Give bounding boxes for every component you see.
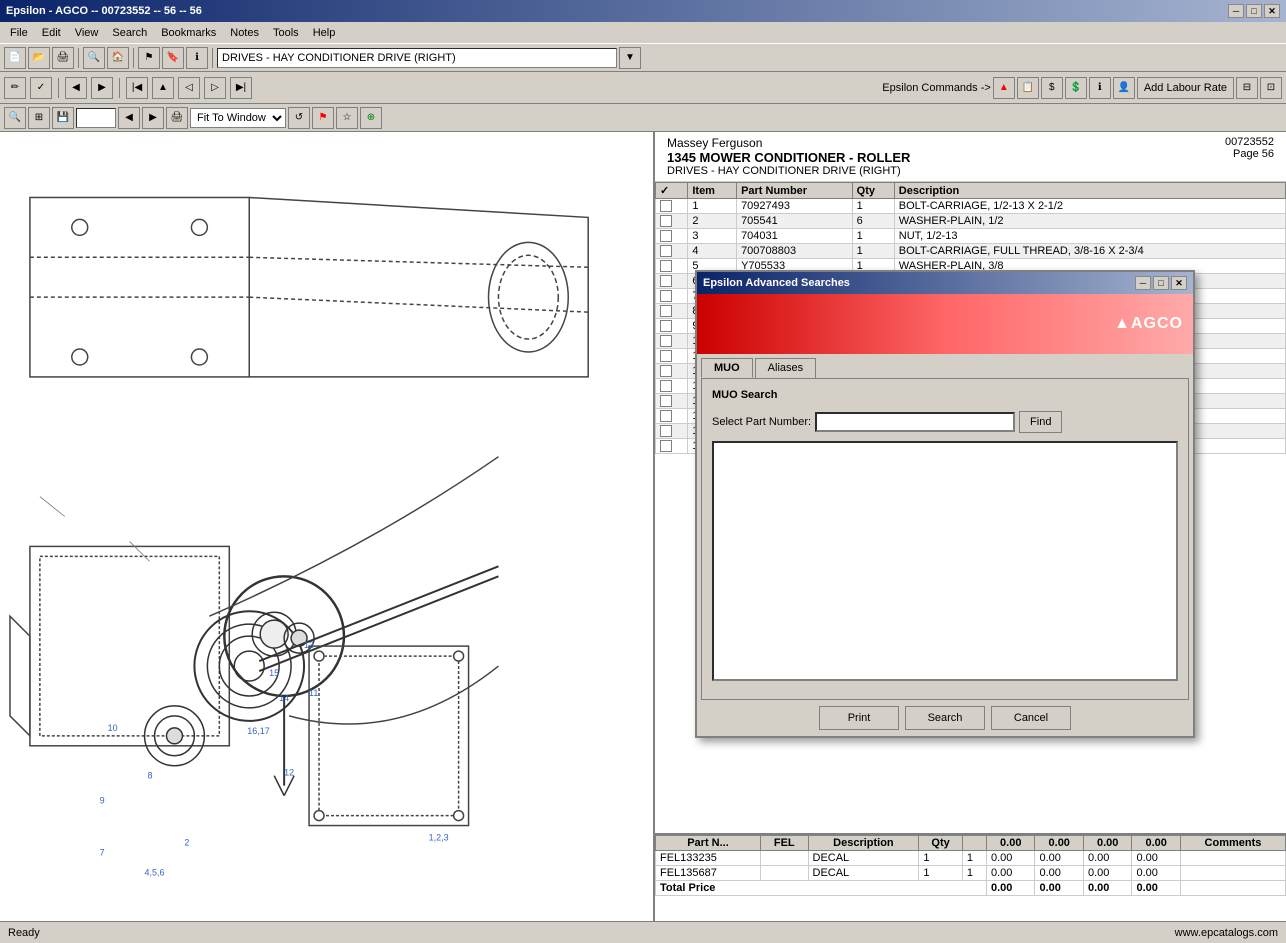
search-button[interactable]: Search — [905, 706, 985, 730]
part-number-label: Select Part Number: — [712, 416, 811, 428]
modal-maximize[interactable]: □ — [1153, 276, 1169, 290]
advanced-search-dialog: Epsilon Advanced Searches ─ □ ✕ ▲AGCO MU… — [695, 270, 1195, 738]
modal-close[interactable]: ✕ — [1171, 276, 1187, 290]
modal-title-buttons: ─ □ ✕ — [1135, 276, 1187, 290]
modal-header-banner: ▲AGCO — [697, 294, 1193, 354]
modal-tabs: MUO Aliases — [697, 354, 1193, 378]
modal-section-title: MUO Search — [712, 389, 1178, 401]
agco-logo: ▲AGCO — [1114, 315, 1183, 333]
results-area — [712, 441, 1178, 681]
print-button[interactable]: Print — [819, 706, 899, 730]
modal-minimize[interactable]: ─ — [1135, 276, 1151, 290]
modal-content: MUO Search Select Part Number: Find — [701, 378, 1189, 700]
modal-title: Epsilon Advanced Searches — [703, 277, 850, 289]
tab-muo[interactable]: MUO — [701, 358, 753, 378]
cancel-button[interactable]: Cancel — [991, 706, 1071, 730]
modal-title-bar: Epsilon Advanced Searches ─ □ ✕ — [697, 272, 1193, 294]
modal-form-row: Select Part Number: Find — [712, 411, 1178, 433]
tab-aliases[interactable]: Aliases — [755, 358, 816, 378]
part-number-input[interactable] — [815, 412, 1015, 432]
modal-footer: Print Search Cancel — [697, 700, 1193, 736]
modal-overlay: Epsilon Advanced Searches ─ □ ✕ ▲AGCO MU… — [0, 0, 1286, 943]
find-button[interactable]: Find — [1019, 411, 1062, 433]
